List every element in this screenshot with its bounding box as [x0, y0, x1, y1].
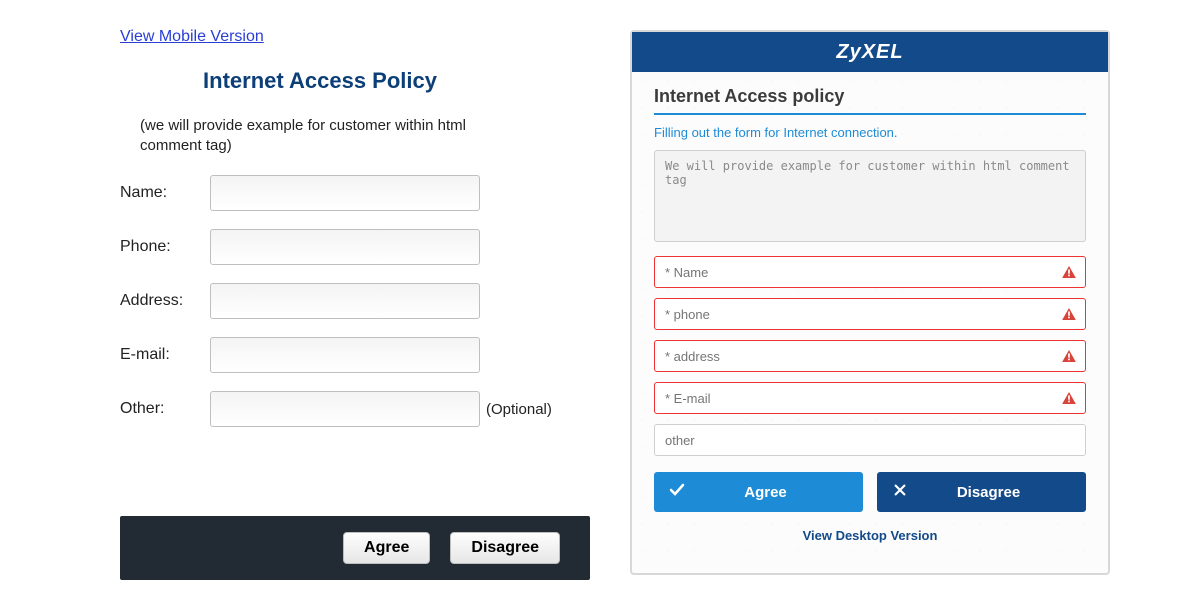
warning-icon	[1062, 392, 1076, 404]
mobile-email-input[interactable]	[654, 382, 1086, 414]
email-row: E-mail:	[120, 337, 600, 373]
mobile-disagree-label: Disagree	[891, 484, 1086, 501]
mobile-address-row	[654, 340, 1086, 372]
info-textarea[interactable]	[654, 150, 1086, 242]
mobile-body: Internet Access policy Filling out the f…	[632, 72, 1108, 573]
warning-icon	[1062, 308, 1076, 320]
mobile-name-row	[654, 256, 1086, 288]
phone-row: Phone:	[120, 229, 600, 265]
mobile-email-row	[654, 382, 1086, 414]
mobile-page-title: Internet Access policy	[654, 86, 1086, 115]
email-input[interactable]	[210, 337, 480, 373]
name-input[interactable]	[210, 175, 480, 211]
mobile-button-row: Agree Disagree	[654, 472, 1086, 512]
mobile-agree-button[interactable]: Agree	[654, 472, 863, 512]
mobile-disagree-button[interactable]: Disagree	[877, 472, 1086, 512]
phone-label: Phone:	[120, 238, 210, 256]
other-label: Other:	[120, 400, 210, 418]
desktop-button-bar: Agree Disagree	[120, 516, 590, 580]
mobile-subtitle: Filling out the form for Internet connec…	[654, 125, 1086, 140]
name-row: Name:	[120, 175, 600, 211]
agree-button[interactable]: Agree	[343, 532, 430, 564]
address-input[interactable]	[210, 283, 480, 319]
phone-input[interactable]	[210, 229, 480, 265]
desktop-panel: View Mobile Version Internet Access Poli…	[0, 0, 600, 600]
mobile-agree-label: Agree	[668, 484, 863, 501]
view-desktop-link[interactable]: View Desktop Version	[654, 528, 1086, 543]
mobile-panel: ZyXEL Internet Access policy Filling out…	[630, 30, 1110, 575]
mobile-name-input[interactable]	[654, 256, 1086, 288]
address-row: Address:	[120, 283, 600, 319]
other-input[interactable]	[210, 391, 480, 427]
warning-icon	[1062, 266, 1076, 278]
mobile-address-input[interactable]	[654, 340, 1086, 372]
example-note: (we will provide example for customer wi…	[140, 116, 490, 155]
address-label: Address:	[120, 292, 210, 310]
mobile-other-input[interactable]	[654, 424, 1086, 456]
mobile-phone-row	[654, 298, 1086, 330]
warning-icon	[1062, 350, 1076, 362]
email-label: E-mail:	[120, 346, 210, 364]
mobile-phone-input[interactable]	[654, 298, 1086, 330]
mobile-other-row	[654, 424, 1086, 456]
name-label: Name:	[120, 184, 210, 202]
optional-text: (Optional)	[486, 401, 552, 418]
brand-header: ZyXEL	[632, 32, 1108, 72]
view-mobile-link[interactable]: View Mobile Version	[120, 28, 264, 46]
page-title: Internet Access Policy	[100, 68, 540, 94]
disagree-button[interactable]: Disagree	[450, 532, 560, 564]
other-row: Other: (Optional)	[120, 391, 600, 427]
